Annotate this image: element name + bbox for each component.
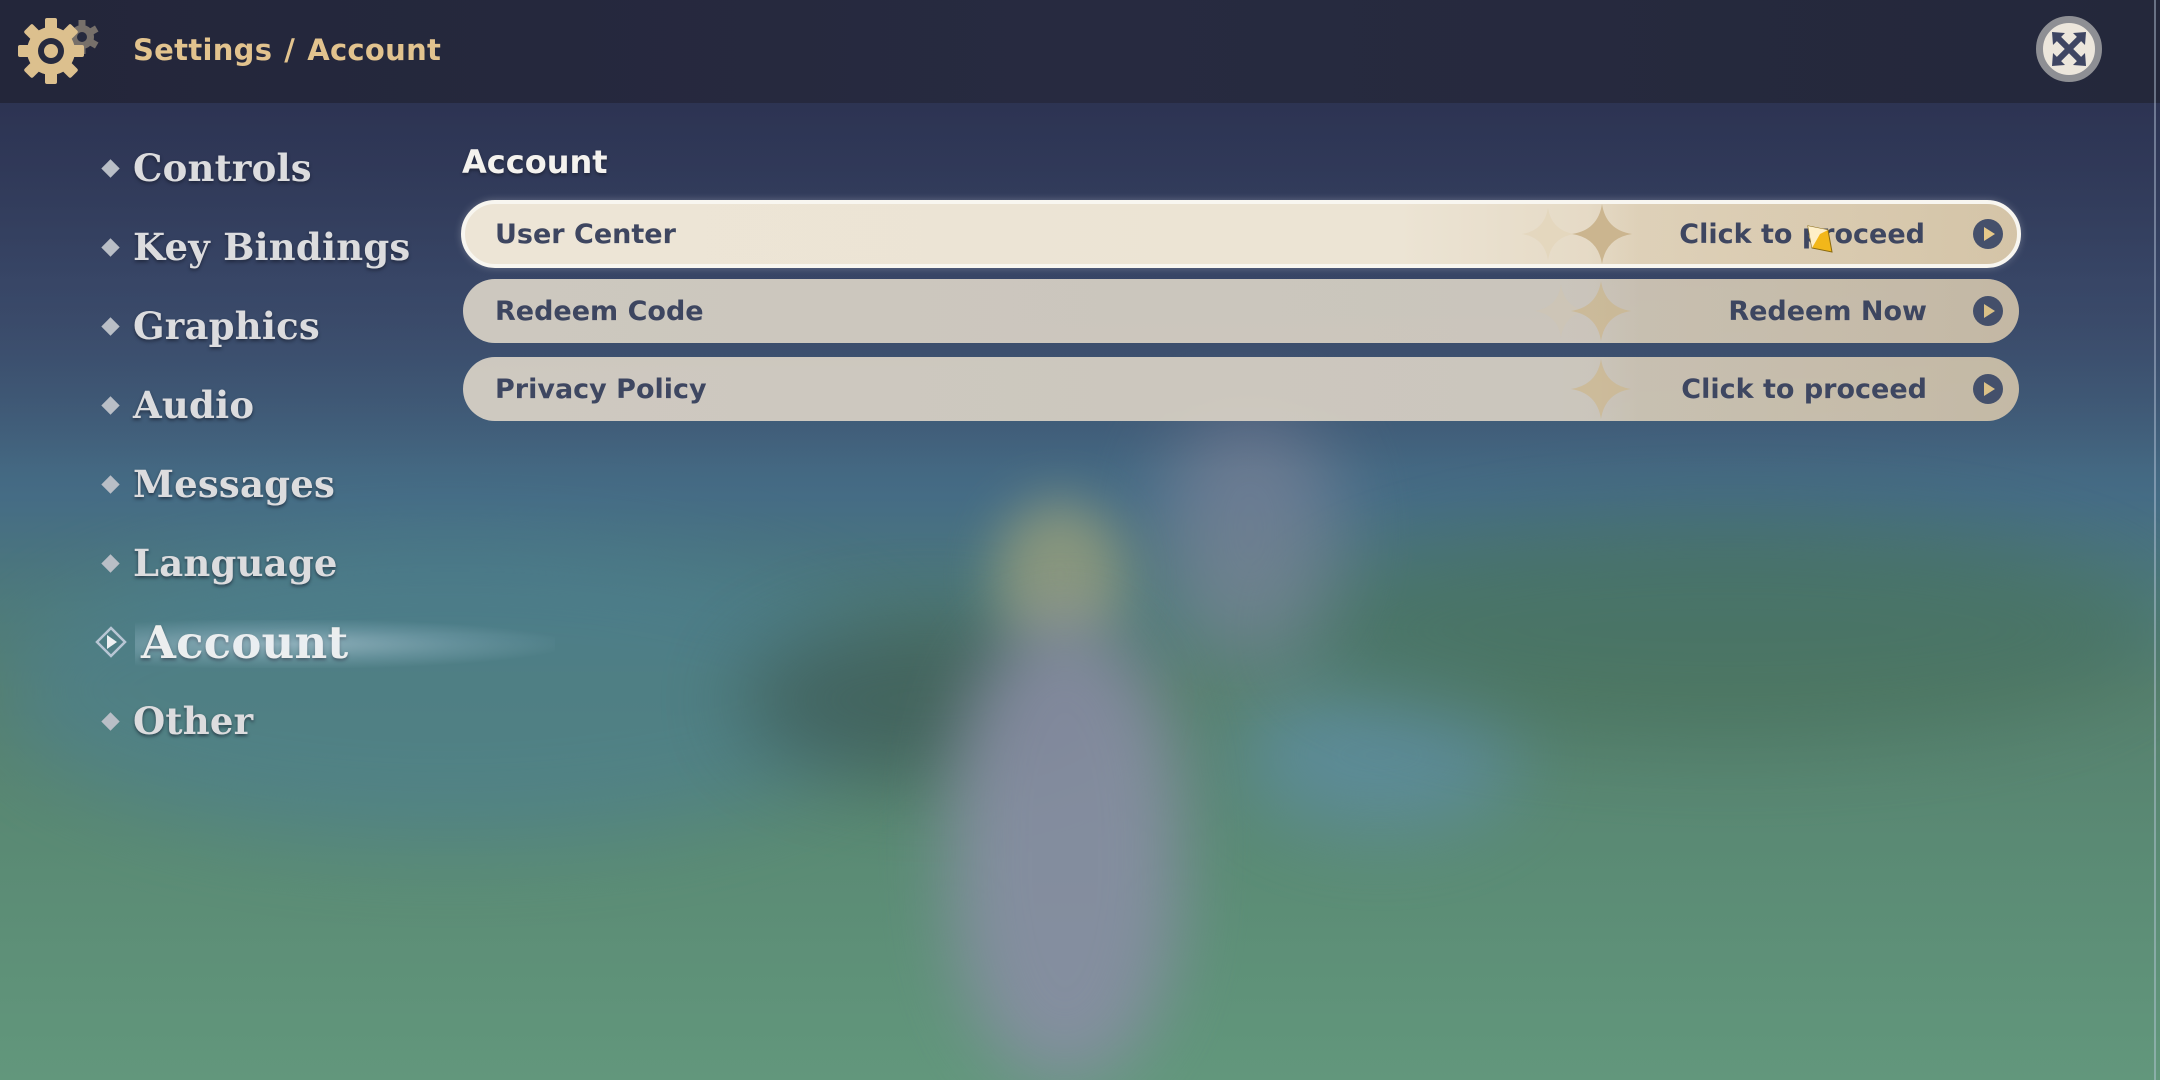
gear-icon	[18, 18, 99, 84]
character-body-blur	[950, 620, 1180, 1080]
sidebar-item-audio[interactable]: Audio	[101, 375, 255, 435]
diamond-bullet-icon	[101, 316, 120, 336]
window-edge	[2154, 0, 2156, 1080]
sidebar-item-graphics[interactable]: Graphics	[101, 296, 320, 356]
close-icon	[2052, 32, 2086, 66]
breadcrumb-page: Account	[307, 33, 442, 67]
diamond-bullet-icon	[101, 237, 120, 257]
sparkle-icon	[1572, 204, 1632, 264]
close-button[interactable]	[2036, 16, 2102, 82]
active-indicator-icon	[95, 626, 127, 658]
arrow-right-icon[interactable]	[1973, 374, 2003, 404]
diamond-bullet-icon	[101, 474, 120, 494]
sidebar-item-label: Account	[141, 615, 349, 669]
breadcrumb-section: Settings	[133, 33, 273, 67]
row-action-label: Click to proceed	[1679, 218, 1925, 250]
row-label: User Center	[495, 218, 676, 250]
section-title: Account	[462, 143, 608, 181]
breadcrumb-separator: /	[284, 33, 296, 67]
setting-row-user-center[interactable]: User Center Click to proceed	[461, 200, 2021, 268]
setting-row-redeem-code[interactable]: Redeem Code Redeem Now	[463, 279, 2019, 343]
sidebar-item-other[interactable]: Other	[101, 691, 254, 751]
row-label: Privacy Policy	[495, 373, 707, 405]
breadcrumb: Settings / Account	[133, 30, 441, 70]
sidebar-item-label: Messages	[133, 462, 335, 506]
sidebar-item-language[interactable]: Language	[101, 533, 338, 593]
sidebar-item-controls[interactable]: Controls	[101, 138, 312, 198]
row-action-label: Redeem Now	[1728, 295, 1927, 327]
diamond-bullet-icon	[101, 553, 120, 573]
sparkle-icon	[1571, 359, 1631, 419]
diamond-bullet-icon	[101, 711, 120, 731]
sidebar-item-messages[interactable]: Messages	[101, 454, 335, 514]
sidebar-item-account[interactable]: Account	[95, 612, 555, 672]
arrow-right-icon[interactable]	[1973, 219, 2003, 249]
arrow-right-icon[interactable]	[1973, 296, 2003, 326]
scene-grass-blur	[1300, 520, 2160, 740]
sidebar-item-label: Graphics	[133, 304, 320, 348]
header-bar: Settings / Account	[0, 0, 2160, 103]
row-label: Redeem Code	[495, 295, 704, 327]
sidebar-item-label: Controls	[133, 146, 312, 190]
sidebar-item-label: Other	[133, 699, 254, 743]
sidebar-item-key-bindings[interactable]: Key Bindings	[101, 217, 411, 277]
sparkle-icon	[1571, 281, 1631, 341]
setting-row-privacy-policy[interactable]: Privacy Policy Click to proceed	[463, 357, 2019, 421]
diamond-bullet-icon	[101, 395, 120, 415]
sparkle-icon	[1521, 207, 1575, 261]
diamond-bullet-icon	[101, 158, 120, 178]
row-action-label: Click to proceed	[1681, 373, 1927, 405]
sidebar-item-label: Language	[133, 541, 338, 585]
sidebar-item-label: Audio	[133, 383, 255, 427]
sidebar-item-label: Key Bindings	[133, 225, 411, 269]
